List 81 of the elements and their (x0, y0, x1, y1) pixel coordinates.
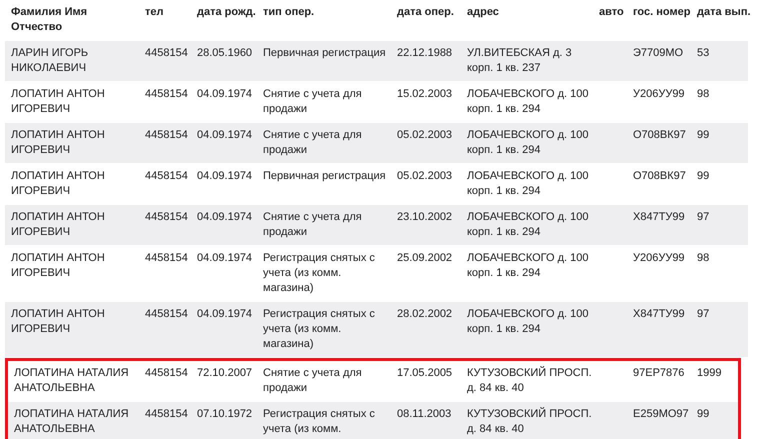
table-cell: 97 (697, 211, 710, 223)
table-cell: ЛОБАЧЕВСКОГО д. 100 корп. 1 кв. 294 (467, 252, 588, 279)
table-cell: 05.02.2003 (397, 170, 452, 182)
table-cell: 07.10.1972 (197, 408, 252, 420)
table-cell: Первичная регистрация (263, 47, 386, 59)
table-cell: 72.10.2007 (197, 367, 252, 379)
column-header: авто (599, 6, 624, 18)
table-cell: 22.12.1988 (397, 47, 452, 59)
table-cell: 99 (697, 129, 710, 141)
table-cell: ЛАРИН ИГОРЬ НИКОЛАЕВИЧ (11, 47, 88, 74)
table-cell: ЛОПАТИНА НАТАЛИЯ АНАТОЛЬЕВНА (14, 367, 129, 394)
table-cell: КУТУЗОВСКИЙ ПРОСП. д. 84 кв. 40 (467, 367, 592, 394)
column-header: дата рожд. (197, 6, 256, 18)
table-cell: 04.09.1974 (197, 252, 252, 264)
table-cell: 04.09.1974 (197, 88, 252, 100)
column-header: дата опер. (397, 6, 454, 18)
table-cell: О708ВК97 (633, 129, 686, 141)
table-cell: Первичная регистрация (263, 170, 386, 182)
table-cell: ЛОПАТИН АНТОН ИГОРЕВИЧ (11, 211, 105, 238)
table-cell: ЛОБАЧЕВСКОГО д. 100 корп. 1 кв. 294 (467, 88, 588, 115)
table-cell: 1999 (697, 367, 722, 379)
table-cell: УЛ.ВИТЕБСКАЯ д. 3 корп. 1 кв. 237 (467, 47, 572, 74)
table-cell: 25.09.2002 (397, 252, 452, 264)
table-cell: ЛОПАТИН АНТОН ИГОРЕВИЧ (11, 308, 105, 335)
table-cell: 4458154 (145, 47, 188, 59)
column-header: гос. номер (633, 6, 690, 18)
table-cell: Регистрация снятых с учета (из комм. магазина) (263, 308, 375, 350)
table-cell: 97 (697, 308, 710, 320)
table-cell: 04.09.1974 (197, 211, 252, 223)
table-cell: ЛОПАТИН АНТОН ИГОРЕВИЧ (11, 88, 105, 115)
table-cell: Снятие с учета для продажи (263, 88, 362, 115)
table-cell: 15.02.2003 (397, 88, 452, 100)
table-cell: 4458154 (145, 211, 188, 223)
column-header: тип опер. (263, 6, 314, 18)
table-cell: Снятие с учета для продажи (263, 211, 362, 238)
table-cell: 53 (697, 47, 710, 59)
table-cell: Снятие с учета для продажи (263, 367, 362, 394)
column-header: тел (145, 6, 164, 18)
table-cell: 4458154 (145, 308, 188, 320)
column-header: адрес (467, 6, 499, 18)
table-cell: ЛОПАТИН АНТОН ИГОРЕВИЧ (11, 252, 105, 279)
table-cell: 97ЕР7876 (633, 367, 684, 379)
table-cell: 28.02.2002 (397, 308, 452, 320)
table-cell: Регистрация снятых с учета (из комм. магазина) (263, 252, 375, 294)
table-cell: 17.05.2005 (397, 367, 452, 379)
column-header: Фамилия Имя Отчество (11, 6, 88, 33)
table-cell: Снятие с учета для продажи (263, 129, 362, 156)
table-cell: 4458154 (145, 252, 188, 264)
table-cell: Е259МО97 (633, 408, 689, 420)
table-cell: 28.05.1960 (197, 47, 252, 59)
table-cell: Э7709МО (633, 47, 684, 59)
table-cell: 98 (697, 252, 710, 264)
table-cell: ЛОБАЧЕВСКОГО д. 100 корп. 1 кв. 294 (467, 308, 588, 335)
table-cell: 04.09.1974 (197, 129, 252, 141)
table-cell: ЛОПАТИН АНТОН ИГОРЕВИЧ (11, 129, 105, 156)
table-cell: 99 (697, 170, 710, 182)
table-cell: 4458154 (145, 88, 188, 100)
table-cell: ЛОБАЧЕВСКОГО д. 100 корп. 1 кв. 294 (467, 129, 588, 156)
table-cell: Х847ТУ99 (633, 308, 685, 320)
table-cell: 04.09.1974 (197, 308, 252, 320)
table-cell: 4458154 (145, 129, 188, 141)
table-cell: 04.09.1974 (197, 170, 252, 182)
table-cell: 98 (697, 88, 710, 100)
table-cell: ЛОПАТИН АНТОН ИГОРЕВИЧ (11, 170, 105, 197)
table-cell: Х847ТУ99 (633, 211, 685, 223)
table-cell: 08.11.2003 (397, 408, 452, 420)
table-cell: У206УУ99 (633, 252, 685, 264)
table-cell: 4458154 (145, 367, 188, 379)
table-cell: 4458154 (145, 408, 188, 420)
table-cell: 05.02.2003 (397, 129, 452, 141)
table-cell: ЛОПАТИНА НАТАЛИЯ АНАТОЛЬЕВНА (14, 408, 129, 435)
table-cell: Регистрация снятых с учета (из комм. (263, 408, 375, 435)
table-cell: ЛОБАЧЕВСКОГО д. 100 корп. 1 кв. 294 (467, 211, 588, 238)
table-cell: 99 (697, 408, 710, 420)
table-cell: ЛОБАЧЕВСКОГО д. 100 корп. 1 кв. 294 (467, 170, 588, 197)
column-header: дата вып. (697, 6, 751, 18)
table-cell: 23.10.2002 (397, 211, 452, 223)
table-cell: 4458154 (145, 170, 188, 182)
table-cell: КУТУЗОВСКИЙ ПРОСП. д. 84 кв. 40 (467, 408, 592, 435)
table-cell: У206УУ99 (633, 88, 685, 100)
table-cell: О708ВК97 (633, 170, 686, 182)
